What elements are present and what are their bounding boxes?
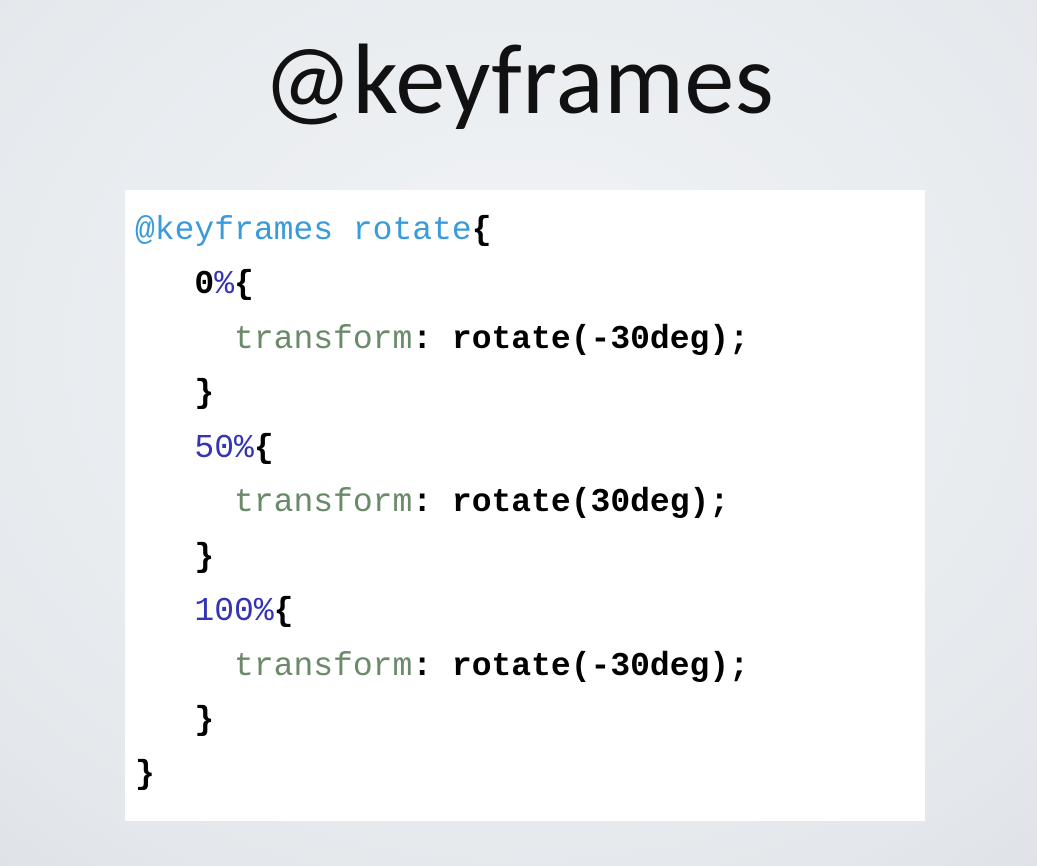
space <box>432 484 452 521</box>
indent <box>135 484 234 521</box>
keyword-keyframes: @keyframes <box>135 212 333 249</box>
colon: : <box>412 321 432 358</box>
brace-close: } <box>194 539 214 576</box>
css-property: transform <box>234 648 412 685</box>
code-content: @keyframes rotate{ 0%{ transform: rotate… <box>135 204 915 803</box>
css-value: rotate(-30deg) <box>452 321 729 358</box>
space <box>432 321 452 358</box>
brace-close: } <box>135 756 155 793</box>
brace-open: { <box>254 430 274 467</box>
colon: : <box>412 648 432 685</box>
indent <box>135 702 194 739</box>
indent <box>135 430 194 467</box>
css-value: rotate(-30deg) <box>452 648 729 685</box>
brace-close: } <box>194 375 214 412</box>
indent <box>135 266 194 303</box>
brace-open: { <box>234 266 254 303</box>
slide: @keyframes @keyframes rotate{ 0%{ transf… <box>0 0 1037 866</box>
percent-value: 50% <box>194 430 253 467</box>
brace-open: { <box>274 593 294 630</box>
css-property: transform <box>234 321 412 358</box>
indent <box>135 321 234 358</box>
space <box>432 648 452 685</box>
colon: : <box>412 484 432 521</box>
brace-open: { <box>472 212 492 249</box>
semicolon: ; <box>729 648 749 685</box>
indent <box>135 593 194 630</box>
semicolon: ; <box>729 321 749 358</box>
brace-close: } <box>194 702 214 739</box>
space <box>333 212 353 249</box>
percent-value: 0 <box>194 266 214 303</box>
slide-title: @keyframes <box>0 18 1037 140</box>
percent-sign: % <box>214 266 234 303</box>
indent <box>135 539 194 576</box>
semicolon: ; <box>709 484 729 521</box>
indent <box>135 375 194 412</box>
percent-value: 100% <box>194 593 273 630</box>
animation-name: rotate <box>353 212 472 249</box>
indent <box>135 648 234 685</box>
css-property: transform <box>234 484 412 521</box>
css-value: rotate(30deg) <box>452 484 709 521</box>
code-block: @keyframes rotate{ 0%{ transform: rotate… <box>125 190 925 821</box>
